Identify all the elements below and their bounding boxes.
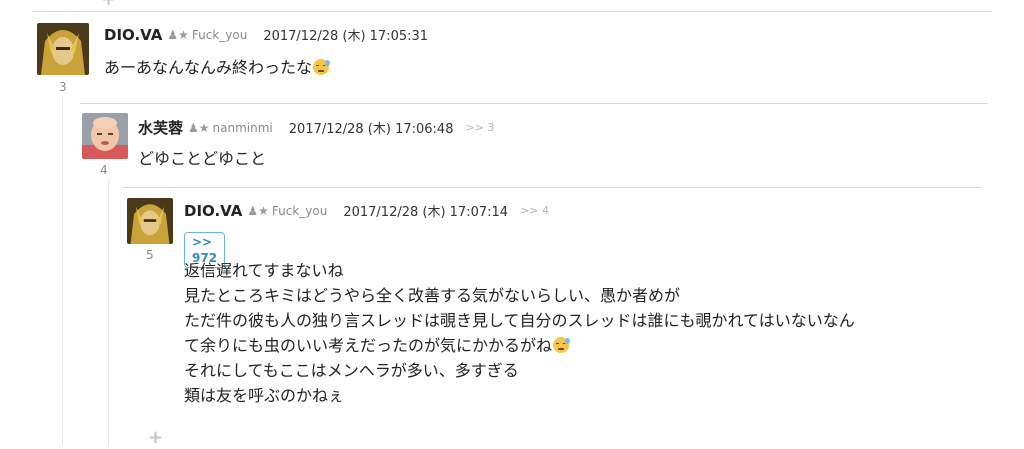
sweat-smile-emoji <box>313 59 331 75</box>
reply-anchor-link[interactable]: >> 3 <box>465 121 494 134</box>
divider <box>80 103 988 104</box>
username[interactable]: DIO.VA <box>104 26 162 44</box>
user-star-icon: ♟★ <box>188 120 210 135</box>
user-star-icon: ♟★ <box>167 27 189 42</box>
post-body: 返信遅れてすまないね 見たところキミはどうやら全く改善する気がないらしい、愚か者… <box>184 258 855 408</box>
user-id[interactable]: Fuck_you <box>192 28 247 42</box>
post-line: 返信遅れてすまないね <box>184 261 344 280</box>
avatar-image <box>37 23 89 75</box>
post-datetime: 2017/12/28 (木) 17:06:48 <box>288 122 454 137</box>
post-line: それにしてもここはメンヘラが多い、多すぎる <box>184 361 519 380</box>
divider <box>122 187 982 188</box>
user-id[interactable]: nanminmi <box>213 121 273 135</box>
post-line: ただ件の彼も人の独り言スレッドは覗き見して自分のスレッドは誰にも覗かれてはいない… <box>184 311 855 330</box>
post-line: て余りにも虫のいい考えだったのが気にかかるがね <box>184 336 553 355</box>
username[interactable]: DIO.VA <box>184 202 242 220</box>
post-datetime: 2017/12/28 (木) 17:05:31 <box>263 29 429 44</box>
post-number: 4 <box>100 163 108 177</box>
sweat-smile-emoji <box>553 337 571 353</box>
post-datetime: 2017/12/28 (木) 17:07:14 <box>343 205 509 220</box>
post-line: 類は友を呼ぶのかねぇ <box>184 386 345 405</box>
expand-plus-icon-top[interactable]: + <box>101 0 116 9</box>
user-star-icon: ♟★ <box>247 203 269 218</box>
post-number: 5 <box>146 248 154 262</box>
avatar[interactable] <box>82 113 128 159</box>
post-line: あーあなんなんみ終わったな <box>104 58 313 77</box>
thread-guide-line <box>108 180 109 445</box>
username[interactable]: 水芙蓉 <box>138 117 183 138</box>
post-header: 水芙蓉 ♟★ nanminmi 2017/12/28 (木) 17:06:48 … <box>138 117 494 138</box>
avatar-image <box>127 198 173 244</box>
post-number: 3 <box>59 80 67 94</box>
avatar[interactable] <box>127 198 173 244</box>
user-id[interactable]: Fuck_you <box>272 204 327 218</box>
avatar-image <box>82 113 128 159</box>
expand-plus-icon[interactable]: + <box>148 429 163 447</box>
post-header: DIO.VA ♟★ Fuck_you 2017/12/28 (木) 17:05:… <box>104 25 429 45</box>
post-line: どゆことどゆこと <box>138 149 267 168</box>
post-line: 見たところキミはどうやら全く改善する気がないらしい、愚か者めが <box>184 286 681 305</box>
post-body: どゆことどゆこと <box>138 146 266 171</box>
divider-top <box>32 11 992 12</box>
reply-anchor-link[interactable]: >> 4 <box>520 204 549 217</box>
avatar[interactable] <box>37 23 89 75</box>
post-body: あーあなんなんみ終わったな <box>104 55 331 80</box>
thread-guide-line <box>62 95 63 445</box>
post-header: DIO.VA ♟★ Fuck_you 2017/12/28 (木) 17:07:… <box>184 201 549 221</box>
